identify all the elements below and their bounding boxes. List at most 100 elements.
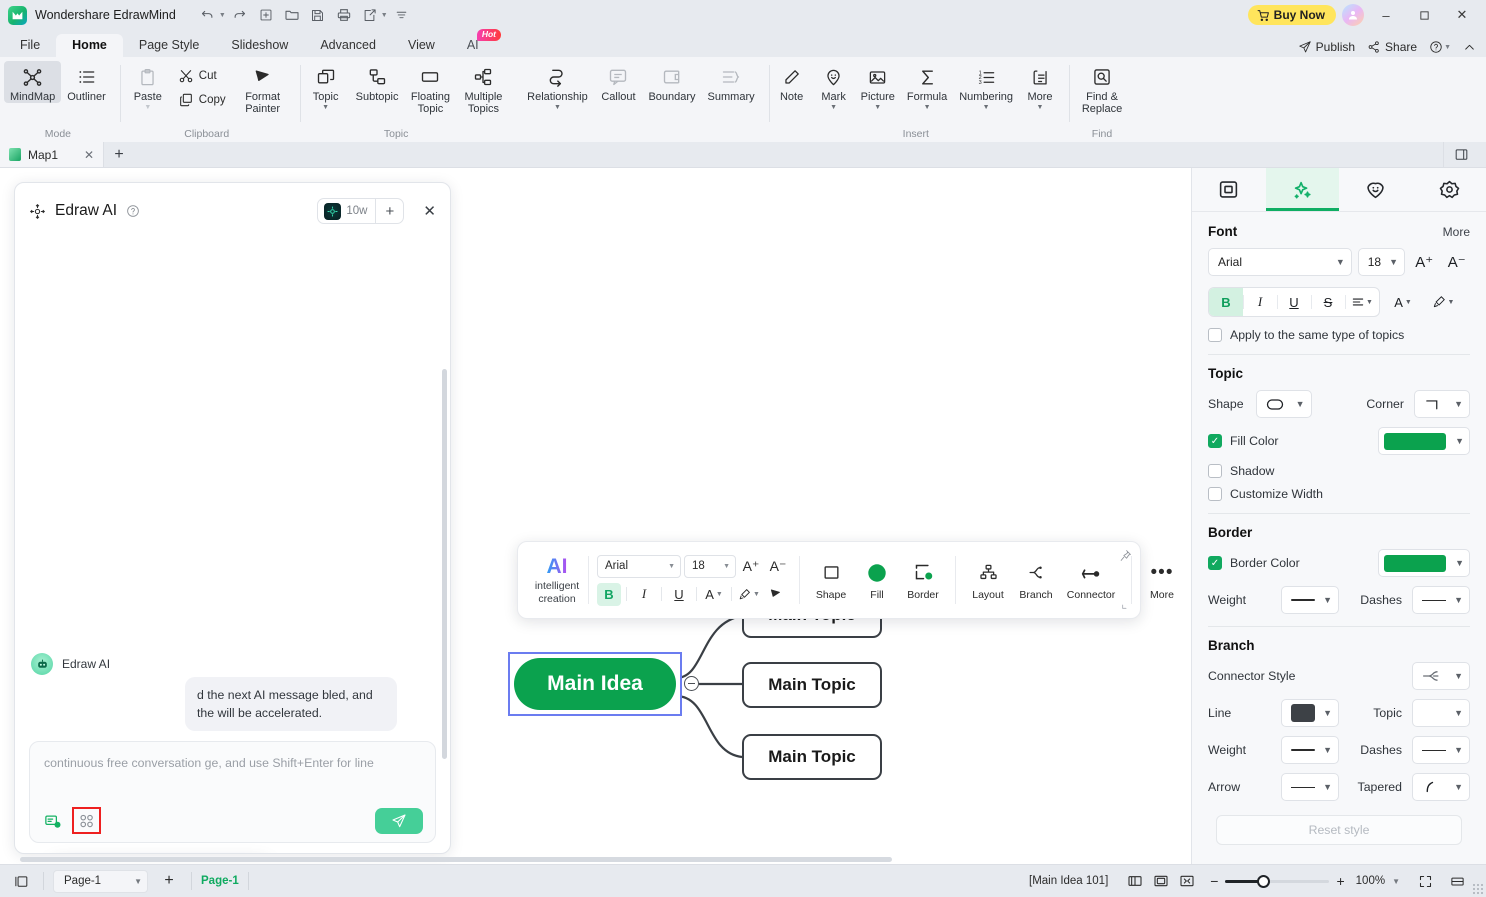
export-icon[interactable] xyxy=(358,4,382,26)
shadow-checkbox[interactable] xyxy=(1208,464,1222,478)
paste-dropdown-caret[interactable]: ▼ xyxy=(144,104,151,112)
numbering-button[interactable]: 123 Numbering ▼ xyxy=(953,61,1019,112)
align-button[interactable]: ▼ xyxy=(1345,288,1379,316)
note-button[interactable]: Note xyxy=(771,61,813,103)
publish-button[interactable]: Publish xyxy=(1298,40,1355,54)
decrease-font-size-button[interactable]: A⁻ xyxy=(766,555,790,578)
save-icon[interactable] xyxy=(306,4,330,26)
mindmap-button[interactable]: MindMap xyxy=(4,61,62,104)
undo-icon[interactable] xyxy=(196,4,220,26)
callout-button[interactable]: Callout xyxy=(594,61,642,103)
zoom-slider-knob[interactable] xyxy=(1257,874,1271,888)
corner-select[interactable]: ▼ xyxy=(1414,390,1470,418)
line-color-select[interactable]: ▼ xyxy=(1281,699,1339,727)
italic-button[interactable]: I xyxy=(1243,288,1277,316)
export-dropdown-caret[interactable]: ▼ xyxy=(381,12,388,19)
relationship-dropdown-caret[interactable]: ▼ xyxy=(554,104,561,112)
italic-button[interactable]: I xyxy=(632,583,656,606)
border-weight-select[interactable]: ▼ xyxy=(1281,586,1339,614)
document-tab-map1[interactable]: Map1 ✕ xyxy=(0,142,104,167)
card-template-icon[interactable] xyxy=(40,809,65,832)
border-color-select[interactable]: ▼ xyxy=(1378,549,1470,577)
paste-button[interactable]: Paste ▼ xyxy=(122,61,174,112)
close-ai-panel-button[interactable]: ✕ xyxy=(423,202,436,220)
ai-credits-indicator[interactable]: 10w + xyxy=(317,198,405,224)
tab-ai[interactable]: AI Hot xyxy=(451,29,501,57)
branch-weight-select[interactable]: ▼ xyxy=(1281,736,1339,764)
branch-button[interactable]: Branch xyxy=(1012,560,1060,601)
canvas-horizontal-scrollbar[interactable] xyxy=(20,857,892,862)
boundary-button[interactable]: Boundary xyxy=(642,61,701,103)
increase-font-size-button[interactable]: A⁺ xyxy=(739,555,763,578)
ai-panel-scrollbar[interactable] xyxy=(442,369,447,759)
toggle-right-panel-button[interactable] xyxy=(1444,142,1478,167)
font-family-select[interactable]: Arial ▼ xyxy=(1208,248,1352,276)
border-color-checkbox[interactable]: ✓ xyxy=(1208,556,1222,570)
floating-topic-button[interactable]: Floating Topic xyxy=(404,61,456,116)
shape-select[interactable]: ▼ xyxy=(1255,390,1312,418)
resize-handle-icon[interactable] xyxy=(1121,600,1131,610)
more-button[interactable]: ••• More xyxy=(1140,560,1184,601)
tab-icon[interactable] xyxy=(1339,168,1413,211)
font-size-select[interactable]: 18 ▼ xyxy=(684,554,736,578)
subtopic-button[interactable]: Subtopic xyxy=(350,61,405,103)
branch-topic-select[interactable]: ▼ xyxy=(1412,699,1470,727)
formula-dropdown-caret[interactable]: ▼ xyxy=(924,104,931,112)
tapered-select[interactable]: ▼ xyxy=(1412,773,1470,801)
apply-same-checkbox[interactable] xyxy=(1208,328,1222,342)
font-color-button[interactable]: A ▼ xyxy=(1386,288,1420,316)
multiple-topics-button[interactable]: Multiple Topics xyxy=(456,61,510,116)
tab-style[interactable] xyxy=(1265,168,1339,211)
text-highlight-button[interactable]: ▼ xyxy=(1426,288,1460,316)
fill-button[interactable]: Fill xyxy=(854,560,900,601)
apply-same-row[interactable]: Apply to the same type of topics xyxy=(1208,328,1470,342)
undo-dropdown-caret[interactable]: ▼ xyxy=(219,12,226,19)
open-icon[interactable] xyxy=(280,4,304,26)
font-size-select[interactable]: 18 ▼ xyxy=(1357,248,1406,276)
mark-dropdown-caret[interactable]: ▼ xyxy=(830,104,837,112)
zoom-slider[interactable] xyxy=(1225,874,1330,888)
shadow-row[interactable]: Shadow xyxy=(1208,464,1470,478)
summary-button[interactable]: Summary xyxy=(702,61,761,103)
tab-home[interactable]: Home xyxy=(56,34,123,57)
help-button[interactable]: ▼ xyxy=(1429,40,1451,54)
customize-width-row[interactable]: Customize Width xyxy=(1208,487,1470,501)
topic-node[interactable]: Main Topic xyxy=(742,734,882,780)
move-panel-icon[interactable] xyxy=(29,203,46,220)
topic-button[interactable]: Topic ▼ xyxy=(302,61,350,112)
layout-button[interactable]: Layout xyxy=(964,560,1012,601)
help-dropdown-caret[interactable]: ▼ xyxy=(1444,44,1451,51)
tab-advanced[interactable]: Advanced xyxy=(304,34,392,57)
current-page-name[interactable]: Page-1 xyxy=(201,875,239,887)
more-insert-dropdown-caret[interactable]: ▼ xyxy=(1037,104,1044,112)
strikethrough-button[interactable]: S xyxy=(1311,288,1345,316)
bold-button[interactable]: B xyxy=(1209,288,1243,316)
add-page-button[interactable]: + xyxy=(156,869,182,893)
bold-button[interactable]: B xyxy=(597,582,621,606)
fit-width-icon[interactable] xyxy=(1444,869,1470,893)
avatar[interactable] xyxy=(1342,4,1364,26)
tab-file[interactable]: File xyxy=(4,34,56,57)
arrow-select[interactable]: ▼ xyxy=(1281,773,1339,801)
tab-slideshow[interactable]: Slideshow xyxy=(215,34,304,57)
fill-color-select[interactable]: ▼ xyxy=(1378,427,1470,455)
more-insert-button[interactable]: More ▼ xyxy=(1019,61,1061,112)
relationship-button[interactable]: Relationship ▼ xyxy=(520,61,594,112)
toggle-sidebar-icon[interactable] xyxy=(8,869,34,893)
pin-icon[interactable] xyxy=(1119,549,1132,562)
ai-input-box[interactable]: continuous free conversation ge, and use… xyxy=(29,741,436,843)
underline-button[interactable]: U xyxy=(667,583,691,606)
border-button[interactable]: Border xyxy=(900,560,946,601)
font-color-button[interactable]: A ▼ xyxy=(702,583,726,606)
topic-node[interactable]: Main Topic xyxy=(742,662,882,708)
share-button[interactable]: Share xyxy=(1367,40,1417,54)
topic-dropdown-caret[interactable]: ▼ xyxy=(322,104,329,112)
numbering-dropdown-caret[interactable]: ▼ xyxy=(983,104,990,112)
view-dual-page-icon[interactable] xyxy=(1122,869,1148,893)
zoom-dropdown-caret[interactable]: ▼ xyxy=(1392,877,1400,886)
picture-dropdown-caret[interactable]: ▼ xyxy=(874,104,881,112)
add-credits-button[interactable]: + xyxy=(375,199,403,223)
tab-page-style[interactable]: Page Style xyxy=(123,34,215,57)
collapse-ribbon-button[interactable] xyxy=(1463,41,1476,54)
collapse-branch-icon[interactable] xyxy=(684,676,699,691)
